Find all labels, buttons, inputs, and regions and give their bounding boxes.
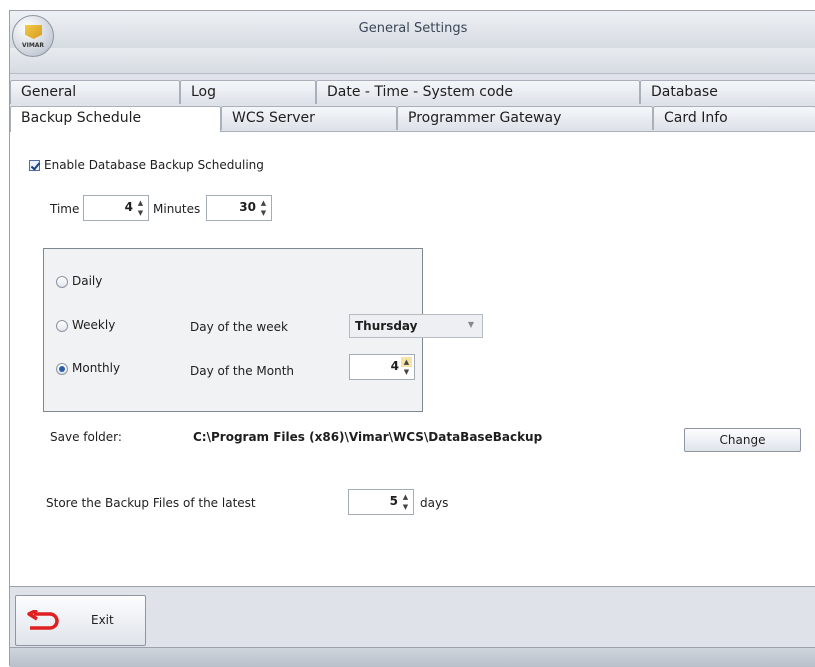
logo-text: VIMAR [21, 42, 45, 49]
frequency-group: Daily Weekly Day of the week Thursday ▼ … [43, 248, 483, 412]
tab-programmer-gateway[interactable]: Programmer Gateway [397, 106, 653, 130]
settings-window: General Settings VIMAR General Log Date … [9, 10, 815, 667]
save-folder-path: C:\Program Files (x86)\Vimar\WCS\DataBas… [193, 430, 543, 444]
day-of-month-label: Day of the Month [190, 364, 295, 378]
spin-arrows-icon[interactable]: ▲ ▼ [258, 198, 269, 218]
monthly-label: Monthly [72, 361, 121, 375]
enable-backup-checkbox[interactable] [29, 160, 40, 171]
tab-card-info[interactable]: Card Info [653, 106, 815, 130]
monthly-radio[interactable] [56, 363, 68, 375]
time-minutes-value: 30 [239, 200, 256, 214]
logo-mark [25, 25, 42, 39]
tab-date-time-system-code[interactable]: Date - Time - System code [316, 80, 640, 104]
time-label: Time [50, 202, 80, 216]
day-of-month-value: 4 [390, 359, 399, 373]
exit-button[interactable]: Exit [15, 595, 146, 646]
spin-arrows-icon[interactable]: ▲ ▼ [135, 198, 146, 218]
store-days-value: 5 [389, 494, 398, 508]
store-files-label: Store the Backup Files of the latest [46, 496, 256, 510]
tab-wcs-server[interactable]: WCS Server [221, 106, 397, 130]
exit-arrow-icon [27, 610, 59, 630]
store-days-unit: days [420, 496, 449, 510]
time-minutes-spinner[interactable]: 30 ▲ ▼ [206, 195, 272, 221]
chevron-down-icon[interactable]: ▼ [468, 320, 474, 329]
tab-backup-schedule[interactable]: Backup Schedule [10, 106, 221, 132]
footer-bar: Exit [10, 588, 815, 647]
window-title: General Settings [358, 21, 468, 36]
time-hours-spinner[interactable]: 4 ▲ ▼ [83, 195, 149, 221]
tab-row-front: Backup Schedule WCS Server Programmer Ga… [10, 106, 815, 132]
quick-access-strip [10, 48, 815, 74]
tab-general[interactable]: General [10, 80, 180, 104]
store-days-spinner[interactable]: 5 ▲ ▼ [348, 489, 414, 515]
title-bar: General Settings [10, 11, 815, 48]
day-of-month-spinner[interactable]: 4 ▲ ▼ [349, 354, 415, 380]
day-of-week-value: Thursday [355, 319, 418, 333]
change-folder-button[interactable]: Change [684, 428, 801, 452]
spin-arrows-icon[interactable]: ▲ ▼ [400, 492, 411, 512]
exit-label: Exit [91, 613, 114, 627]
minutes-label: Minutes [153, 202, 201, 216]
daily-label: Daily [72, 274, 103, 288]
time-hours-value: 4 [124, 200, 133, 214]
status-bar [10, 647, 815, 667]
enable-backup-label: Enable Database Backup Scheduling [44, 158, 264, 172]
weekly-radio[interactable] [56, 320, 68, 332]
save-folder-label: Save folder: [50, 430, 122, 444]
spin-arrows-icon[interactable]: ▲ ▼ [401, 357, 412, 377]
backup-schedule-panel: Enable Database Backup Scheduling Time 4… [10, 131, 815, 587]
tab-row-back: General Log Date - Time - System code Da… [10, 80, 815, 104]
tab-log[interactable]: Log [180, 80, 316, 104]
day-of-week-select[interactable]: Thursday ▼ [349, 314, 483, 338]
day-of-week-label: Day of the week [190, 320, 288, 334]
tab-database[interactable]: Database [640, 80, 815, 104]
weekly-label: Weekly [72, 318, 116, 332]
vimar-logo-icon[interactable]: VIMAR [12, 15, 54, 57]
daily-radio[interactable] [56, 276, 68, 288]
